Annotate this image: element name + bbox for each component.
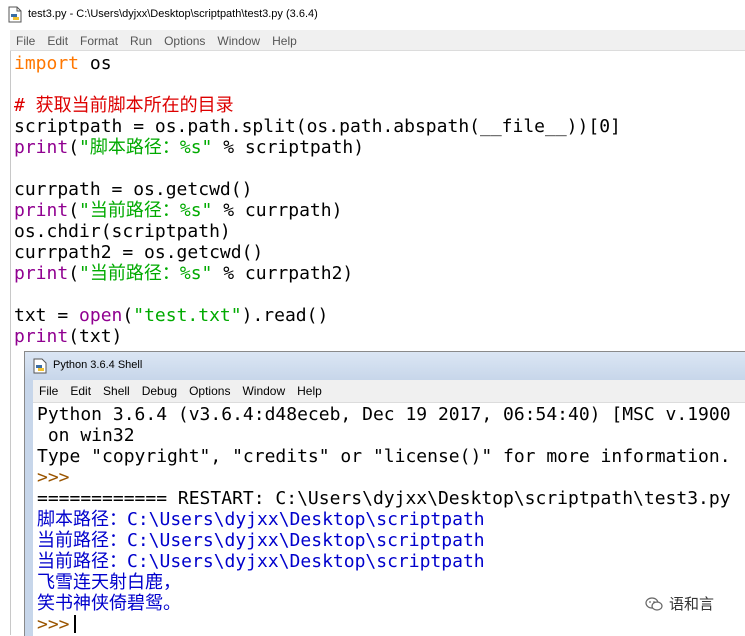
code-line-13: txt = open("test.txt").read(): [14, 305, 744, 326]
shell-output-line: 当前路径：C:\Users\dyjxx\Desktop\scriptpath: [37, 551, 485, 572]
code-text: (: [122, 305, 134, 326]
shell-output-line: 脚本路径：C:\Users\dyjxx\Desktop\scriptpath: [37, 509, 485, 530]
shell-banner-line: Python 3.6.4 (v3.6.4:d48eceb, Dec 19 201…: [37, 404, 731, 425]
menu-options[interactable]: Options: [158, 31, 211, 51]
code-text: (: [68, 263, 80, 284]
code-text: (txt): [68, 326, 123, 347]
editor-titlebar: test3.py - C:\Users\dyjxx\Desktop\script…: [0, 0, 745, 30]
menu-edit[interactable]: Edit: [41, 31, 74, 51]
shell-menu-debug[interactable]: Debug: [136, 381, 183, 401]
editor-left-border: [0, 30, 11, 635]
string-literal: "test.txt": [133, 305, 242, 326]
shell-title: Python 3.6.4 Shell: [53, 359, 143, 371]
code-text: (: [68, 137, 80, 158]
code-text: os: [79, 53, 112, 74]
menu-format[interactable]: Format: [74, 31, 124, 51]
shell-menu-file[interactable]: File: [33, 381, 64, 401]
keyword-import: import: [14, 53, 80, 74]
string-literal: "当前路径：%s": [79, 263, 213, 284]
code-line-10: currpath2 = os.getcwd(): [14, 242, 264, 263]
shell-input-line[interactable]: >>>: [37, 614, 745, 635]
code-text: % scriptpath): [212, 137, 365, 158]
code-text: % currpath): [212, 200, 343, 221]
shell-menu-edit[interactable]: Edit: [64, 381, 97, 401]
code-editor[interactable]: import os # 获取当前脚本所在的目录 scriptpath = os.…: [14, 53, 744, 353]
watermark: 语和言: [645, 593, 714, 614]
shell-menu-shell[interactable]: Shell: [97, 381, 136, 401]
shell-titlebar[interactable]: Python 3.6.4 Shell: [25, 352, 745, 380]
shell-restart-line: ============ RESTART: C:\Users\dyjxx\Des…: [37, 488, 731, 509]
shell-banner-line: Type "copyright", "credits" or "license(…: [37, 446, 731, 467]
shell-banner-line: on win32: [37, 425, 135, 446]
python-shell-icon: [33, 358, 47, 374]
builtin-print: print: [14, 137, 69, 158]
shell-output-line: 笑书神侠倚碧鸳。: [37, 593, 181, 614]
code-line-14: print(txt): [14, 326, 744, 347]
shell-menu-options[interactable]: Options: [183, 381, 236, 401]
code-line-8: print("当前路径：%s" % currpath): [14, 200, 744, 221]
code-line-9: os.chdir(scriptpath): [14, 221, 231, 242]
editor-title: test3.py - C:\Users\dyjxx\Desktop\script…: [28, 8, 318, 20]
code-text: txt =: [14, 305, 80, 326]
code-line-7: currpath = os.getcwd(): [14, 179, 253, 200]
string-literal: "脚本路径：%s": [79, 137, 213, 158]
shell-output-line: 当前路径：C:\Users\dyjxx\Desktop\scriptpath: [37, 530, 485, 551]
code-line-11: print("当前路径：%s" % currpath2): [14, 263, 744, 284]
shell-output[interactable]: Python 3.6.4 (v3.6.4:d48eceb, Dec 19 201…: [37, 404, 745, 636]
shell-menubar: File Edit Shell Debug Options Window Help: [33, 380, 745, 403]
python-file-icon: [8, 6, 22, 23]
text-cursor: [73, 615, 76, 633]
code-line-5: print("脚本路径：%s" % scriptpath): [14, 137, 744, 158]
code-line-1: import os: [14, 53, 744, 74]
code-text: ).read(): [241, 305, 329, 326]
builtin-print: print: [14, 263, 69, 284]
menu-help[interactable]: Help: [266, 31, 303, 51]
code-text: (: [68, 200, 80, 221]
menu-run[interactable]: Run: [124, 31, 158, 51]
shell-menu-window[interactable]: Window: [236, 381, 291, 401]
code-text: % currpath2): [212, 263, 354, 284]
shell-window: Python 3.6.4 Shell File Edit Shell Debug Opt…: [24, 351, 745, 636]
string-literal: "当前路径：%s": [79, 200, 213, 221]
menu-window[interactable]: Window: [211, 31, 266, 51]
menu-file[interactable]: File: [10, 31, 41, 51]
builtin-print: print: [14, 326, 69, 347]
shell-output-line: 飞雪连天射白鹿，: [37, 572, 181, 593]
code-line-4: scriptpath = os.path.split(os.path.abspa…: [14, 116, 621, 137]
shell-menu-help[interactable]: Help: [291, 381, 328, 401]
editor-menubar: File Edit Format Run Options Window Help: [10, 30, 745, 51]
shell-prompt: >>>: [37, 614, 70, 635]
wechat-icon: [645, 597, 663, 611]
shell-left-frame: [25, 380, 33, 636]
builtin-print: print: [14, 200, 69, 221]
code-comment: # 获取当前脚本所在的目录: [14, 95, 234, 116]
shell-prompt: >>>: [37, 467, 70, 488]
watermark-text: 语和言: [669, 595, 715, 613]
builtin-open: open: [79, 305, 123, 326]
